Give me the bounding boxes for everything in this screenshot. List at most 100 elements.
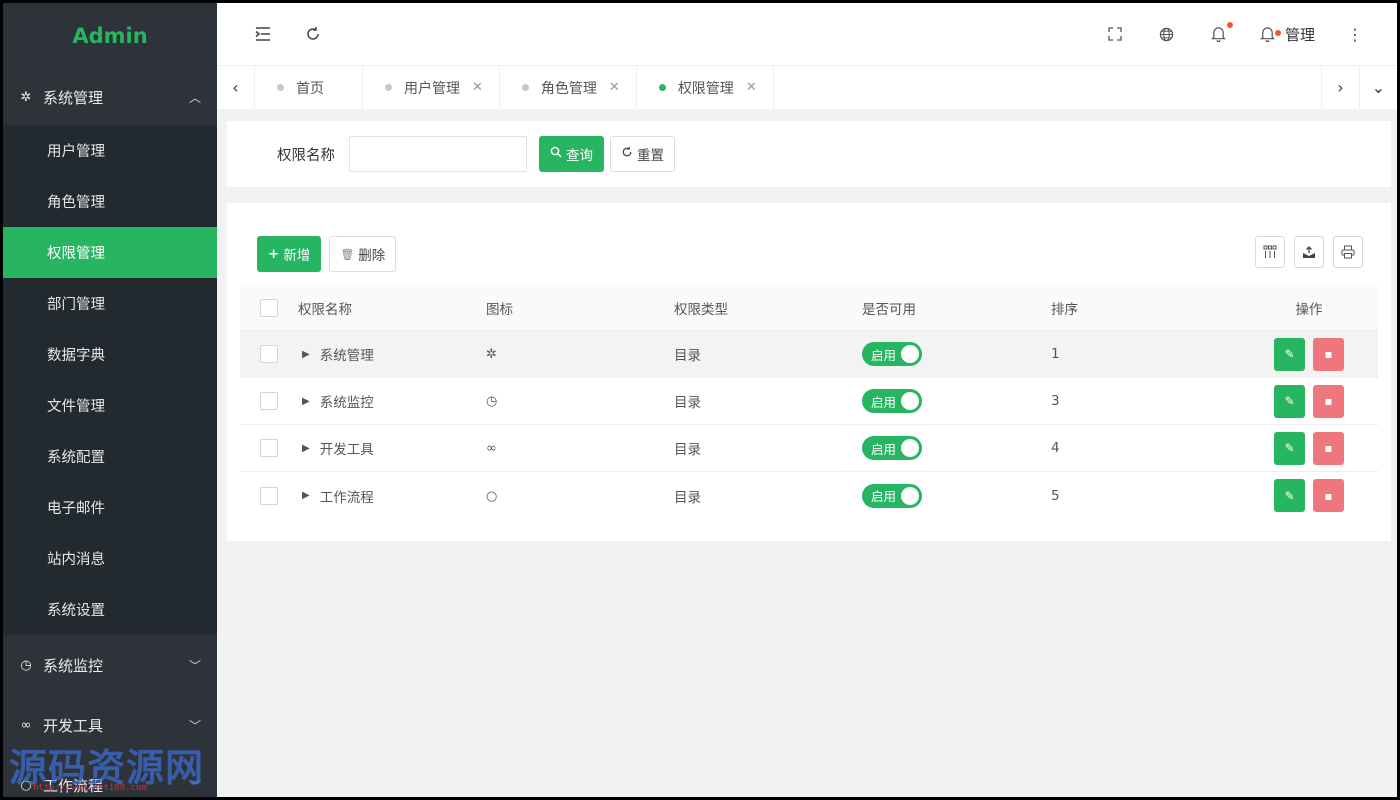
row-checkbox[interactable] bbox=[260, 439, 278, 457]
enable-switch[interactable]: 启用 bbox=[862, 389, 922, 413]
infinity-icon: ∞ bbox=[486, 441, 497, 456]
table-header: 权限名称 图标 权限类型 是否可用 排序 操作 bbox=[240, 285, 1378, 331]
dashboard-icon: ◷ bbox=[20, 657, 32, 673]
globe-icon[interactable] bbox=[1155, 22, 1179, 46]
chevron-down-icon: ﹀ bbox=[188, 718, 201, 733]
add-button[interactable]: + 新增 bbox=[257, 236, 322, 272]
delete-row-button[interactable]: ▪ bbox=[1313, 479, 1344, 512]
sidebar-item-files[interactable]: 文件管理 bbox=[3, 380, 217, 431]
pencil-icon: ✎ bbox=[1284, 488, 1295, 503]
sidebar-group-system[interactable]: ✲ 系统管理 ︿ bbox=[3, 69, 217, 125]
sidebar-item-settings[interactable]: 系统设置 bbox=[3, 584, 217, 635]
expand-caret-icon[interactable]: ▶ bbox=[302, 396, 310, 407]
dashboard-icon: ◷ bbox=[486, 394, 498, 409]
sidebar-submenu: 用户管理 角色管理 权限管理 部门管理 数据字典 文件管理 系统配置 电子邮件 … bbox=[3, 125, 217, 635]
sidebar-item-users[interactable]: 用户管理 bbox=[3, 125, 217, 176]
expand-caret-icon[interactable]: ▶ bbox=[302, 443, 310, 454]
bell-icon[interactable] bbox=[1207, 22, 1233, 46]
chevron-down-icon: ﹀ bbox=[188, 658, 201, 673]
row-checkbox[interactable] bbox=[260, 392, 278, 410]
enable-switch[interactable]: 启用 bbox=[862, 483, 922, 508]
query-button[interactable]: 查询 bbox=[539, 136, 604, 172]
row-checkbox[interactable] bbox=[260, 486, 278, 505]
column-header-type: 权限类型 bbox=[674, 301, 728, 318]
app-frame: Admin ✲ 系统管理 ︿ 用户管理 角色管理 权限管理 部门管理 数据字典 … bbox=[3, 3, 1397, 797]
row-type: 目录 bbox=[674, 442, 701, 458]
delete-button-label: 删除 bbox=[358, 248, 386, 264]
row-checkbox[interactable] bbox=[260, 345, 278, 363]
edit-button[interactable]: ✎ bbox=[1274, 479, 1305, 512]
refresh-icon bbox=[621, 146, 633, 162]
close-icon[interactable]: ✕ bbox=[746, 80, 757, 95]
tabs-bar: ‹ 首页 用户管理 ✕ 角色管理 ✕ 权限管理 ✕ › ⌄ bbox=[217, 65, 1397, 109]
table-row[interactable]: ▶ 系统监控 ◷ 目录 启用 3 ✎ ▪ bbox=[240, 378, 1378, 425]
more-vertical-icon[interactable]: ⋮ bbox=[1343, 22, 1367, 46]
menu-fold-icon[interactable] bbox=[251, 22, 275, 46]
infinity-icon: ∞ bbox=[20, 717, 32, 733]
trash-icon: ▪ bbox=[1324, 347, 1333, 361]
tab-roles[interactable]: 角色管理 ✕ bbox=[500, 66, 637, 109]
sidebar-item-messages[interactable]: 站内消息 bbox=[3, 533, 217, 584]
print-icon[interactable] bbox=[1333, 236, 1363, 268]
sidebar-item-roles[interactable]: 角色管理 bbox=[3, 176, 217, 227]
columns-icon[interactable] bbox=[1255, 236, 1285, 268]
search-label: 权限名称 bbox=[277, 147, 335, 164]
close-icon[interactable]: ✕ bbox=[472, 80, 483, 95]
close-icon[interactable]: ✕ bbox=[609, 80, 620, 95]
sidebar-item-config[interactable]: 系统配置 bbox=[3, 431, 217, 482]
row-name: 工作流程 bbox=[319, 489, 374, 506]
fullscreen-icon[interactable] bbox=[1103, 22, 1127, 46]
sidebar-item-email[interactable]: 电子邮件 bbox=[3, 482, 217, 533]
edit-button[interactable]: ✎ bbox=[1274, 337, 1305, 371]
expand-caret-icon[interactable]: ▶ bbox=[302, 349, 310, 360]
tabs-dropdown-icon[interactable]: ⌄ bbox=[1359, 66, 1397, 109]
edit-button[interactable]: ✎ bbox=[1274, 384, 1305, 418]
tabs-scroll-right-icon[interactable]: › bbox=[1321, 66, 1359, 109]
trash-icon: 🗑 bbox=[340, 247, 355, 261]
export-icon[interactable] bbox=[1294, 236, 1324, 268]
permission-name-input[interactable] bbox=[349, 136, 527, 172]
table-row[interactable]: ▶ 工作流程 ○ 目录 启用 5 ✎ ▪ bbox=[240, 472, 1378, 519]
row-name: 系统监控 bbox=[319, 395, 374, 411]
reset-button[interactable]: 重置 bbox=[610, 136, 675, 172]
row-sort: 3 bbox=[1051, 393, 1060, 409]
tab-permissions[interactable]: 权限管理 ✕ bbox=[637, 66, 774, 109]
tab-status-dot bbox=[658, 84, 666, 91]
add-button-label: 新增 bbox=[283, 248, 311, 264]
expand-caret-icon[interactable]: ▶ bbox=[302, 490, 310, 501]
search-form: 权限名称 查询 重置 bbox=[227, 121, 1391, 187]
column-header-icon: 图标 bbox=[486, 301, 513, 318]
delete-button[interactable]: 🗑 删除 bbox=[329, 236, 397, 272]
switch-knob bbox=[901, 345, 919, 363]
tab-status-dot bbox=[385, 84, 392, 91]
chevron-up-icon: ︿ bbox=[188, 90, 201, 105]
tabs-scroll-left-icon[interactable]: ‹ bbox=[217, 66, 255, 109]
delete-row-button[interactable]: ▪ bbox=[1313, 431, 1344, 465]
row-name: 系统管理 bbox=[319, 348, 374, 364]
sidebar-item-departments[interactable]: 部门管理 bbox=[3, 278, 217, 329]
delete-row-button[interactable]: ▪ bbox=[1313, 337, 1344, 371]
column-header-name: 权限名称 bbox=[298, 301, 352, 318]
tab-users[interactable]: 用户管理 ✕ bbox=[363, 66, 500, 109]
tab-home[interactable]: 首页 bbox=[255, 66, 363, 109]
switch-label: 启用 bbox=[871, 347, 897, 363]
refresh-icon[interactable] bbox=[301, 22, 325, 46]
delete-row-button[interactable]: ▪ bbox=[1313, 384, 1344, 418]
edit-button[interactable]: ✎ bbox=[1274, 431, 1305, 465]
table-row[interactable]: ▶ 系统管理 ✲ 目录 启用 1 ✎ ▪ bbox=[240, 331, 1378, 378]
enable-switch[interactable]: 启用 bbox=[862, 342, 922, 366]
sidebar-item-permissions[interactable]: 权限管理 bbox=[3, 227, 217, 278]
enable-switch[interactable]: 启用 bbox=[862, 436, 922, 460]
trash-icon: ▪ bbox=[1324, 394, 1333, 408]
table-row[interactable]: ▶ 开发工具 ∞ 目录 启用 4 ✎ ▪ bbox=[240, 425, 1378, 472]
tab-status-dot bbox=[521, 84, 529, 91]
sidebar-item-dictionary[interactable]: 数据字典 bbox=[3, 329, 217, 380]
user-menu[interactable]: 管理 bbox=[1259, 22, 1315, 46]
search-icon bbox=[550, 146, 562, 162]
row-type: 目录 bbox=[674, 489, 701, 506]
select-all-checkbox[interactable] bbox=[260, 298, 278, 317]
sidebar-group-monitor[interactable]: ◷ 系统监控 ﹀ bbox=[3, 635, 217, 695]
sidebar: Admin ✲ 系统管理 ︿ 用户管理 角色管理 权限管理 部门管理 数据字典 … bbox=[3, 3, 217, 797]
pencil-icon: ✎ bbox=[1284, 394, 1295, 408]
sidebar-group-label: 开发工具 bbox=[43, 716, 104, 735]
